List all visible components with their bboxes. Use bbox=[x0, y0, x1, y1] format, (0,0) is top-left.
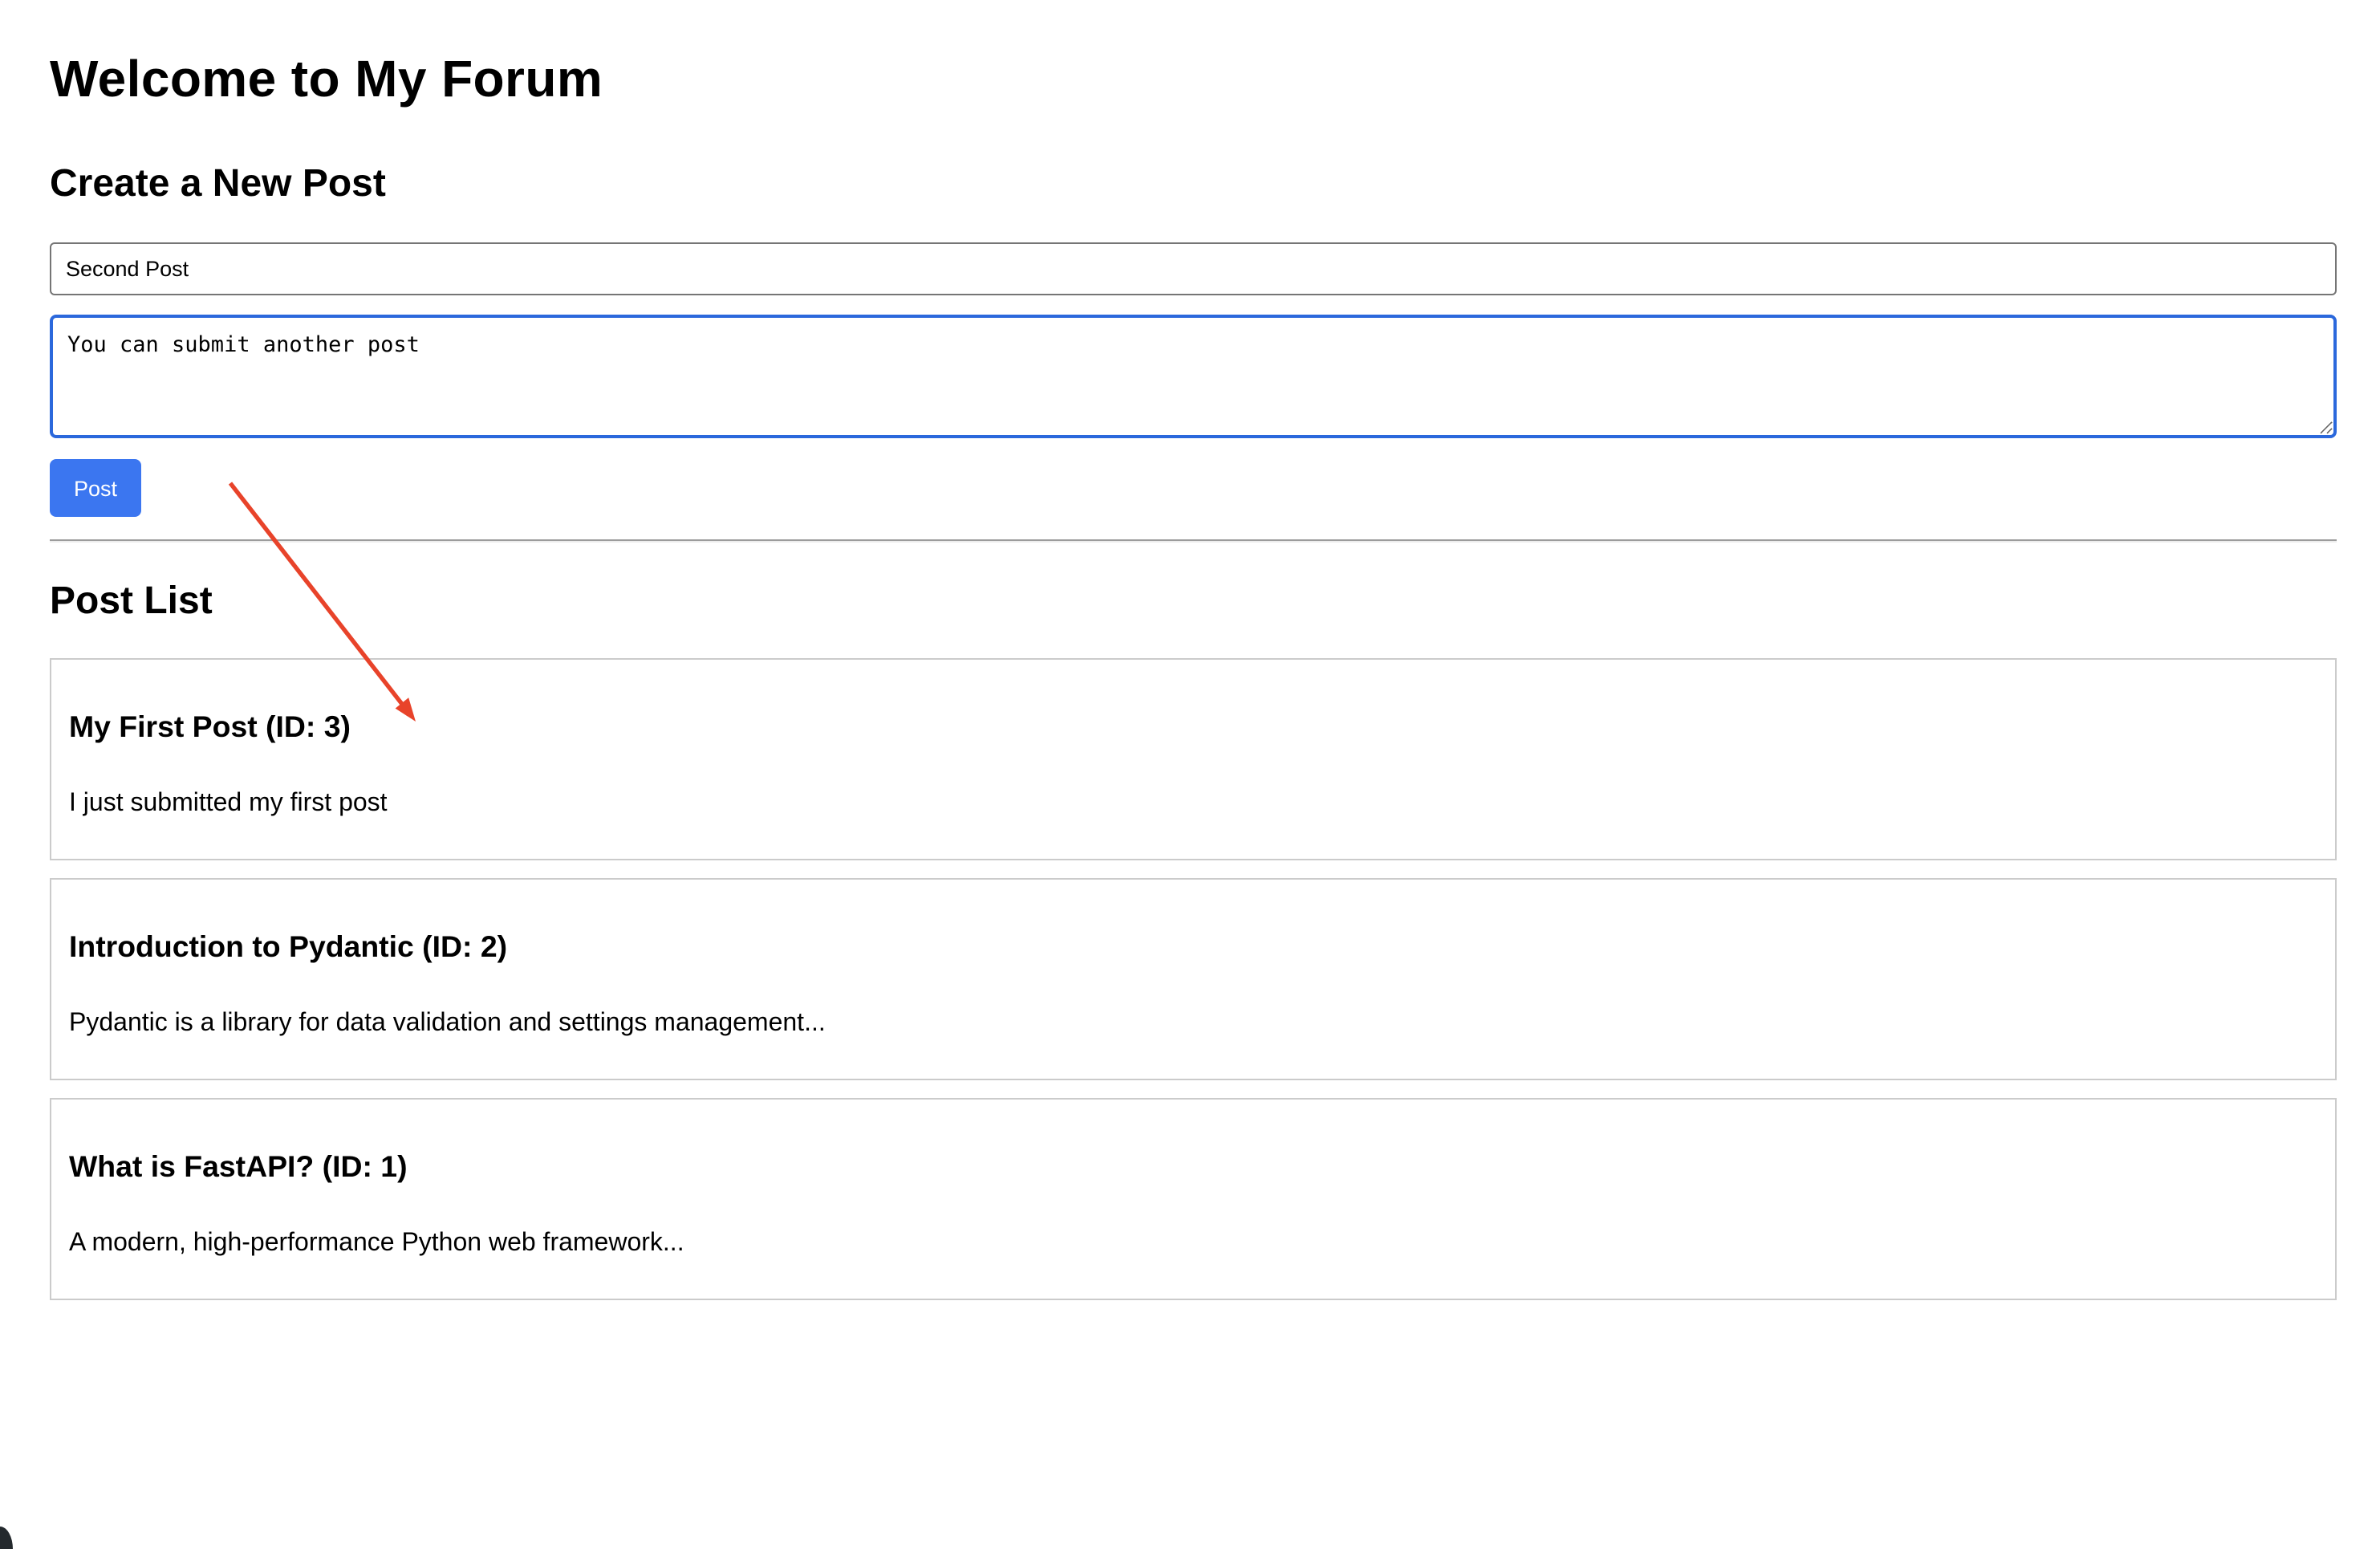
post-title-input[interactable] bbox=[50, 242, 2337, 295]
post-card: What is FastAPI? (ID: 1) A modern, high-… bbox=[50, 1098, 2337, 1300]
divider bbox=[50, 539, 2337, 543]
post-title: Introduction to Pydantic (ID: 2) bbox=[69, 929, 2317, 965]
post-content-textarea[interactable]: You can submit another post bbox=[50, 315, 2337, 438]
main-content: Welcome to My Forum Create a New Post Yo… bbox=[0, 50, 2380, 1300]
post-body: A modern, high-performance Python web fr… bbox=[69, 1230, 2317, 1258]
post-title: What is FastAPI? (ID: 1) bbox=[69, 1149, 2317, 1185]
screen-corner-shape bbox=[0, 1527, 13, 1549]
post-submit-button[interactable]: Post bbox=[50, 459, 141, 517]
page-title: Welcome to My Forum bbox=[50, 50, 2337, 109]
post-card: Introduction to Pydantic (ID: 2) Pydanti… bbox=[50, 878, 2337, 1080]
post-list-heading: Post List bbox=[50, 579, 2337, 624]
post-body: I just submitted my first post bbox=[69, 790, 2317, 819]
post-card: My First Post (ID: 3) I just submitted m… bbox=[50, 658, 2337, 860]
post-title: My First Post (ID: 3) bbox=[69, 709, 2317, 745]
create-post-heading: Create a New Post bbox=[50, 162, 2337, 207]
post-body: Pydantic is a library for data validatio… bbox=[69, 1010, 2317, 1039]
forum-page: Welcome to My Forum Create a New Post Yo… bbox=[0, 0, 2380, 1549]
